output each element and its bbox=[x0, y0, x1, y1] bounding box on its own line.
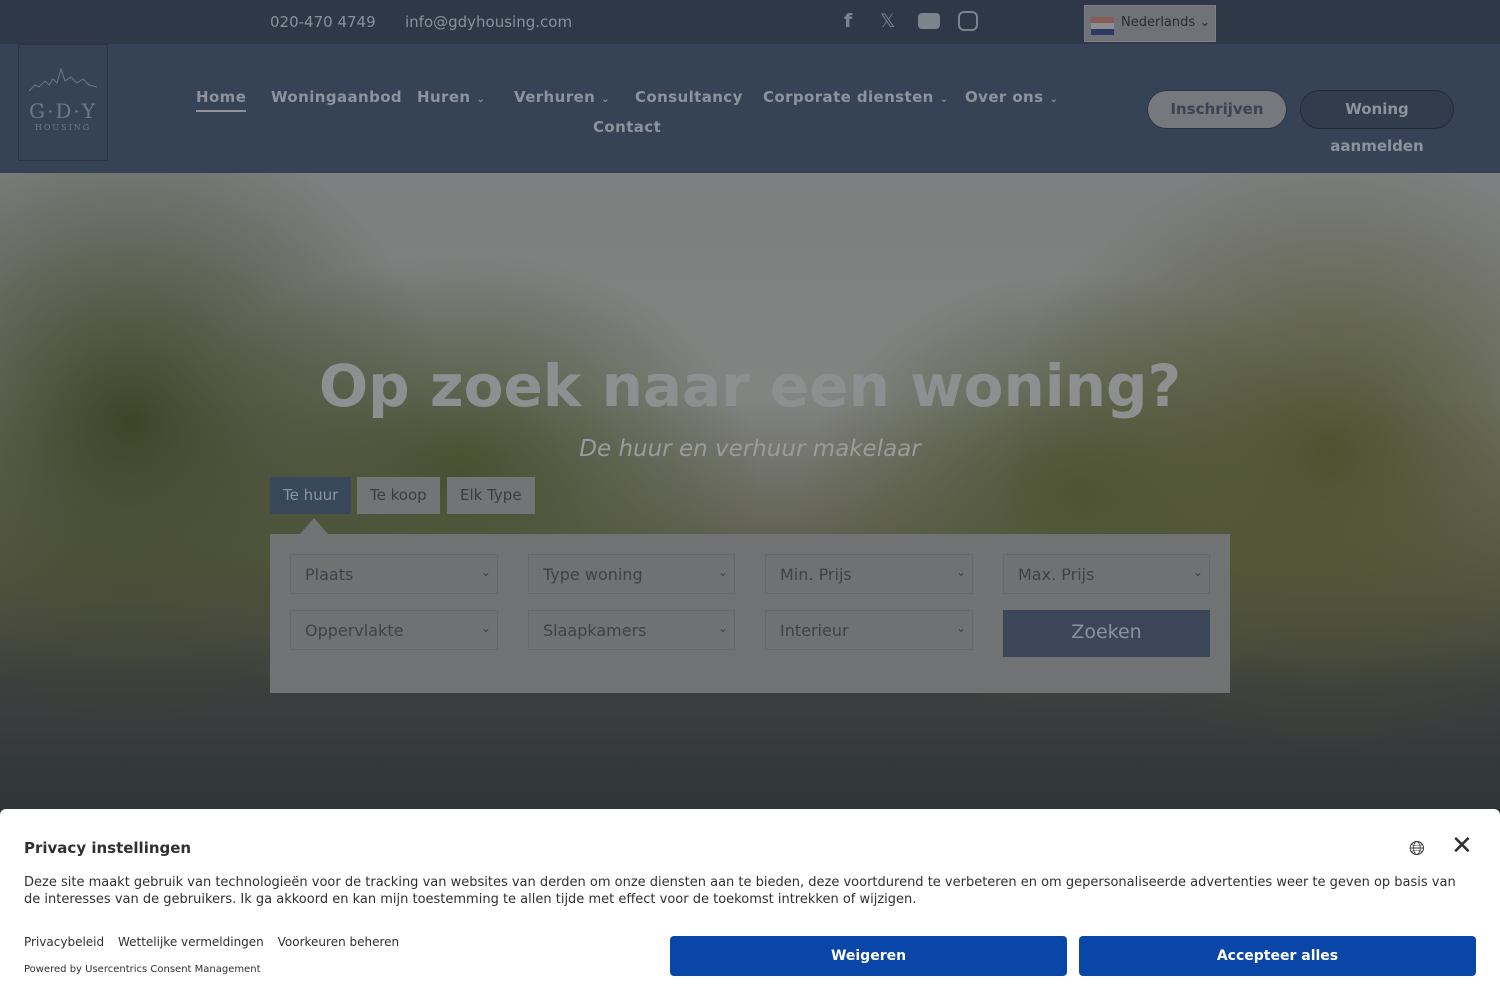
nav-contact[interactable]: Contact bbox=[593, 118, 661, 136]
type-woning-label: Type woning bbox=[543, 565, 643, 584]
legal-notice-link[interactable]: Wettelijke vermeldingen bbox=[118, 935, 264, 949]
interieur-select[interactable]: Interieur ⌄ bbox=[765, 610, 973, 650]
chevron-down-icon: ⌄ bbox=[1199, 15, 1211, 30]
close-icon[interactable]: ✕ bbox=[1451, 831, 1473, 861]
netherlands-flag-icon bbox=[1091, 17, 1114, 35]
youtube-icon[interactable] bbox=[918, 13, 940, 29]
chevron-down-icon: ⌄ bbox=[717, 621, 728, 635]
accept-all-button[interactable]: Accepteer alles bbox=[1079, 936, 1476, 976]
max-prijs-select[interactable]: Max. Prijs ⌄ bbox=[1003, 554, 1210, 594]
consent-title: Privacy instellingen bbox=[24, 839, 192, 857]
nav-verhuren-label: Verhuren bbox=[514, 88, 596, 106]
tab-te-huur[interactable]: Te huur bbox=[270, 477, 352, 514]
oppervlakte-select[interactable]: Oppervlakte ⌄ bbox=[290, 610, 498, 650]
logo-subtext: HOUSING bbox=[34, 123, 92, 132]
hero-subtitle: De huur en verhuur makelaar bbox=[579, 436, 921, 462]
top-bar: 020-470 4749 info@gdyhousing.com f 𝕏 Ned… bbox=[0, 0, 1500, 44]
chevron-down-icon: ⌄ bbox=[1049, 94, 1059, 105]
nav-huren-label: Huren bbox=[417, 88, 471, 106]
hero-title: Op zoek naar een woning? bbox=[318, 352, 1182, 420]
nav-consultancy[interactable]: Consultancy bbox=[635, 88, 743, 106]
consent-banner: Privacy instellingen 🌐︎ ✕ Deze site maak… bbox=[0, 809, 1500, 1000]
chevron-down-icon: ⌄ bbox=[480, 621, 491, 635]
search-panel: Plaats ⌄ Type woning ⌄ Min. Prijs ⌄ Max. Pr… bbox=[270, 534, 1230, 693]
facebook-icon[interactable]: f bbox=[844, 10, 852, 32]
chevron-down-icon: ⌄ bbox=[480, 565, 491, 579]
privacy-policy-link[interactable]: Privacybeleid bbox=[24, 935, 104, 949]
logo-text: G·D·Y bbox=[29, 99, 97, 123]
nav-over-ons-label: Over ons bbox=[965, 88, 1044, 106]
tab-te-koop[interactable]: Te koop bbox=[357, 477, 440, 514]
chevron-down-icon: ⌄ bbox=[955, 565, 966, 579]
signup-button[interactable]: Inschrijven bbox=[1147, 90, 1287, 129]
plaats-label: Plaats bbox=[305, 565, 354, 584]
tab-pointer bbox=[300, 518, 328, 534]
hero-image bbox=[0, 173, 1500, 813]
oppervlakte-label: Oppervlakte bbox=[305, 621, 404, 640]
deny-button[interactable]: Weigeren bbox=[670, 936, 1067, 976]
tab-elk-type[interactable]: Elk Type bbox=[447, 477, 535, 514]
chevron-down-icon: ⌄ bbox=[955, 621, 966, 635]
chevron-down-icon: ⌄ bbox=[601, 94, 610, 105]
nav-corporate-label: Corporate diensten bbox=[763, 88, 934, 106]
chevron-down-icon: ⌄ bbox=[939, 94, 949, 105]
consent-body: Deze site maakt gebruik van technologieë… bbox=[24, 875, 1456, 907]
language-label: Nederlands bbox=[1121, 15, 1196, 30]
instagram-icon[interactable] bbox=[958, 11, 978, 31]
nav-corporate-diensten[interactable]: Corporate diensten ⌄ bbox=[763, 88, 949, 106]
main-nav: G·D·Y HOUSING Home Woningaanbod Huren ⌄ V… bbox=[0, 44, 1500, 173]
plaats-select[interactable]: Plaats ⌄ bbox=[290, 554, 498, 594]
nav-over-ons[interactable]: Over ons ⌄ bbox=[965, 88, 1058, 106]
email-link[interactable]: info@gdyhousing.com bbox=[405, 13, 572, 31]
chevron-down-icon: ⌄ bbox=[717, 565, 728, 579]
chevron-down-icon: ⌄ bbox=[476, 94, 486, 105]
nav-home[interactable]: Home bbox=[196, 88, 247, 112]
type-woning-select[interactable]: Type woning ⌄ bbox=[528, 554, 735, 594]
nav-huren[interactable]: Huren ⌄ bbox=[417, 88, 485, 106]
search-button[interactable]: Zoeken bbox=[1003, 610, 1210, 657]
min-prijs-label: Min. Prijs bbox=[780, 565, 852, 584]
globe-icon[interactable]: 🌐︎ bbox=[1409, 836, 1425, 860]
x-icon[interactable]: 𝕏 bbox=[880, 10, 895, 32]
logo[interactable]: G·D·Y HOUSING bbox=[18, 44, 108, 161]
skyline-icon bbox=[28, 67, 98, 92]
nav-verhuren[interactable]: Verhuren ⌄ bbox=[514, 88, 610, 106]
consent-links: Privacybeleid Wettelijke vermeldingen Vo… bbox=[24, 935, 409, 949]
register-home-button[interactable]: Woning aanmelden bbox=[1300, 90, 1454, 155]
phone-link[interactable]: 020-470 4749 bbox=[270, 13, 376, 31]
nav-woningaanbod[interactable]: Woningaanbod bbox=[271, 88, 402, 106]
language-select[interactable]: Nederlands ⌄ bbox=[1084, 5, 1216, 42]
interieur-label: Interieur bbox=[780, 621, 849, 640]
max-prijs-label: Max. Prijs bbox=[1018, 565, 1095, 584]
chevron-down-icon: ⌄ bbox=[1192, 565, 1203, 579]
slaapkamers-select[interactable]: Slaapkamers ⌄ bbox=[528, 610, 735, 650]
slaapkamers-label: Slaapkamers bbox=[543, 621, 647, 640]
min-prijs-select[interactable]: Min. Prijs ⌄ bbox=[765, 554, 973, 594]
manage-preferences-link[interactable]: Voorkeuren beheren bbox=[278, 935, 400, 949]
powered-by: Powered by Usercentrics Consent Manageme… bbox=[24, 964, 261, 975]
